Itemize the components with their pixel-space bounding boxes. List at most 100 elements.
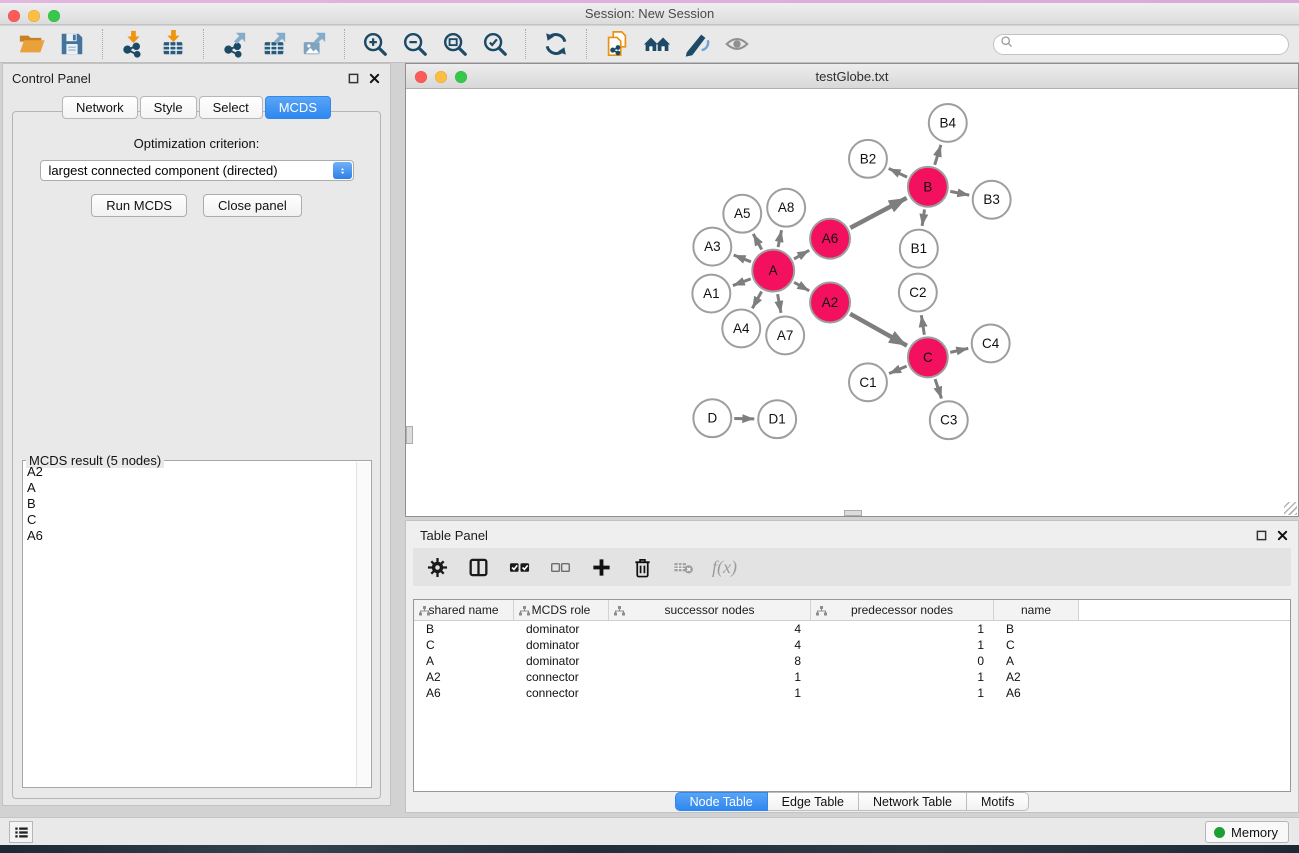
main-toolbar [0, 26, 1299, 63]
table-row[interactable]: A6connector11A6 [414, 685, 1290, 701]
table-cell: 1 [811, 669, 994, 685]
column-label: successor nodes [664, 603, 754, 617]
duplicate-network-icon[interactable] [602, 29, 632, 59]
search-icon [1000, 35, 1014, 54]
tab-mcds[interactable]: MCDS [265, 96, 331, 119]
tab-edge-table[interactable]: Edge Table [768, 792, 859, 811]
mcds-result-item[interactable]: A [27, 480, 354, 496]
graph-node-A6[interactable]: A6 [810, 219, 850, 259]
graph-node-A[interactable]: A [752, 250, 794, 292]
result-scrollbar[interactable] [356, 462, 370, 786]
graph-node-D1[interactable]: D1 [758, 400, 796, 438]
bottom-splitter-handle[interactable] [844, 510, 862, 516]
graph-node-C1[interactable]: C1 [849, 363, 887, 401]
zoom-fit-icon[interactable] [440, 29, 470, 59]
resize-grip[interactable] [1284, 502, 1297, 515]
save-icon[interactable] [57, 29, 87, 59]
tab-select[interactable]: Select [199, 96, 263, 119]
select-all-checkboxes-icon[interactable] [507, 555, 531, 579]
graph-edge-B-B4 [935, 145, 941, 165]
table-cell: A2 [414, 669, 514, 685]
split-columns-icon[interactable] [466, 555, 490, 579]
svg-text:B4: B4 [940, 115, 957, 130]
graph-node-D[interactable]: D [693, 399, 731, 437]
float-panel-icon[interactable] [346, 71, 360, 85]
graph-node-A1[interactable]: A1 [692, 275, 730, 313]
graph-node-C3[interactable]: C3 [930, 401, 968, 439]
mcds-result-item[interactable]: B [27, 496, 354, 512]
close-panel-icon[interactable] [367, 71, 381, 85]
mcds-result-item[interactable]: A6 [27, 528, 354, 544]
svg-text:C1: C1 [859, 375, 876, 390]
graph-node-A3[interactable]: A3 [693, 228, 731, 266]
graph-node-C4[interactable]: C4 [972, 324, 1010, 362]
delete-table-icon[interactable] [671, 555, 695, 579]
zoom-selected-icon[interactable] [480, 29, 510, 59]
graph-node-A8[interactable]: A8 [767, 189, 805, 227]
svg-text:A7: A7 [777, 328, 793, 343]
refresh-icon[interactable] [541, 29, 571, 59]
task-history-button[interactable] [9, 821, 33, 843]
export-table-icon[interactable] [259, 29, 289, 59]
table-cell: A6 [994, 685, 1079, 701]
table-row[interactable]: Bdominator41B [414, 621, 1290, 637]
graph-node-B2[interactable]: B2 [849, 140, 887, 178]
tab-node-table[interactable]: Node Table [675, 792, 768, 811]
eye-icon[interactable] [722, 29, 752, 59]
add-icon[interactable] [589, 555, 613, 579]
graph-node-B4[interactable]: B4 [929, 104, 967, 142]
column-header-successor-nodes[interactable]: successor nodes [609, 600, 811, 620]
graph-node-A5[interactable]: A5 [723, 195, 761, 233]
network-canvas[interactable]: A A1 A2 A3 A4 A5 A6 A7 A8 B B1 B2 B3 B4 C C1 C2 C3 C4 D D1 [406, 90, 1298, 516]
column-header-name[interactable]: name [994, 600, 1079, 620]
export-network-icon[interactable] [219, 29, 249, 59]
table-row[interactable]: Adominator80A [414, 653, 1290, 669]
dropdown-stepper-icon[interactable] [333, 162, 352, 179]
close-panel-button[interactable]: Close panel [203, 194, 302, 217]
column-type-icon [419, 605, 430, 619]
graph-node-B3[interactable]: B3 [973, 181, 1011, 219]
trash-icon[interactable] [630, 555, 654, 579]
style-eye-icon[interactable] [682, 29, 712, 59]
houses-icon[interactable] [642, 29, 672, 59]
graph-edge-C-C4 [950, 348, 968, 352]
graph-node-A7[interactable]: A7 [766, 316, 804, 354]
export-image-icon[interactable] [299, 29, 329, 59]
network-window-titlebar[interactable]: testGlobe.txt [406, 64, 1298, 89]
table-row[interactable]: A2connector11A2 [414, 669, 1290, 685]
column-header-MCDS-role[interactable]: MCDS role [514, 600, 609, 620]
optimization-criterion-dropdown[interactable]: largest connected component (directed) [40, 160, 354, 181]
graph-node-B1[interactable]: B1 [900, 230, 938, 268]
zoom-out-icon[interactable] [400, 29, 430, 59]
graph-node-B[interactable]: B [908, 167, 948, 207]
table-row[interactable]: Cdominator41C [414, 637, 1290, 653]
graph-node-A2[interactable]: A2 [810, 283, 850, 323]
column-header-predecessor-nodes[interactable]: predecessor nodes [811, 600, 994, 620]
search-input[interactable] [1018, 38, 1282, 52]
run-mcds-button[interactable]: Run MCDS [91, 194, 187, 217]
graph-node-A4[interactable]: A4 [722, 309, 760, 347]
deselect-checkboxes-icon[interactable] [548, 555, 572, 579]
tab-style[interactable]: Style [140, 96, 197, 119]
zoom-in-icon[interactable] [360, 29, 390, 59]
graph-node-C2[interactable]: C2 [899, 274, 937, 312]
memory-button[interactable]: Memory [1205, 821, 1289, 843]
mcds-result-item[interactable]: C [27, 512, 354, 528]
open-folder-icon[interactable] [17, 29, 47, 59]
close-table-panel-icon[interactable] [1275, 528, 1289, 542]
table-cell: 0 [811, 653, 994, 669]
graph-node-C[interactable]: C [908, 337, 948, 377]
svg-text:D: D [707, 411, 717, 426]
import-table-icon[interactable] [158, 29, 188, 59]
float-table-panel-icon[interactable] [1254, 528, 1268, 542]
tab-network[interactable]: Network [62, 96, 138, 119]
mcds-result-item[interactable]: A2 [27, 464, 354, 480]
left-splitter-handle[interactable] [406, 426, 413, 444]
column-header-shared-name[interactable]: shared name [414, 600, 514, 620]
gear-icon[interactable] [425, 555, 449, 579]
search-field[interactable] [993, 34, 1289, 55]
import-network-icon[interactable] [118, 29, 148, 59]
tab-network-table[interactable]: Network Table [859, 792, 967, 811]
table-cell: A [994, 653, 1079, 669]
tab-motifs[interactable]: Motifs [967, 792, 1029, 811]
